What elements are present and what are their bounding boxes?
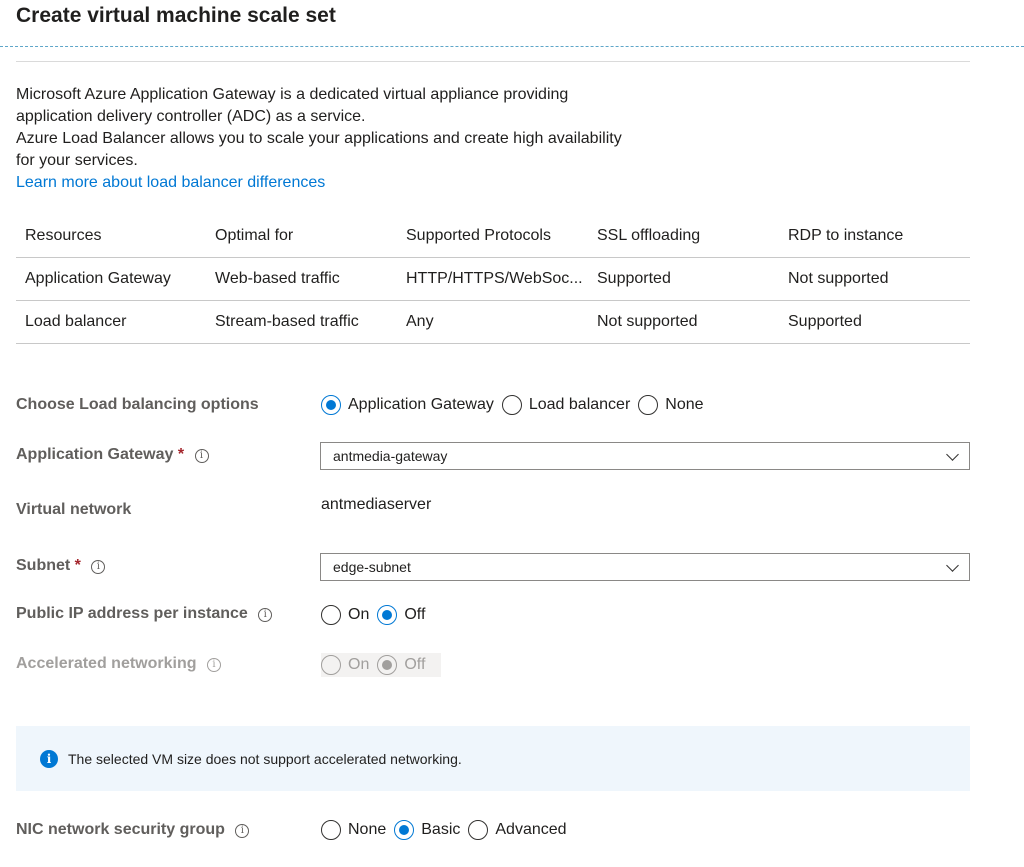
column-header: Supported Protocols (397, 215, 588, 258)
radio-selected-icon (377, 655, 398, 675)
table-cell: Not supported (588, 300, 779, 344)
subnet-label: Subnet * i (16, 557, 106, 575)
banner-text: The selected VM size does not support ac… (68, 750, 462, 767)
radio-label: Off (404, 606, 426, 623)
radio-none[interactable]: None (638, 395, 704, 415)
radio-label: Basic (421, 821, 461, 838)
radio-label: On (348, 656, 370, 673)
radio-label: None (665, 396, 704, 413)
header-divider (0, 46, 1024, 47)
intro-line: for your services. (16, 152, 138, 169)
app-gateway-dropdown[interactable]: antmedia-gateway (320, 442, 970, 470)
radio-label: On (348, 606, 370, 623)
required-marker: * (177, 446, 185, 463)
radio-nsg-none[interactable]: None (321, 820, 386, 840)
intro-line: application delivery controller (ADC) as… (16, 108, 366, 125)
radio-nsg-basic[interactable]: Basic (394, 820, 460, 840)
radio-unselected-icon (468, 820, 489, 840)
section-divider (16, 61, 970, 62)
table-cell: Supported (779, 300, 970, 344)
radio-unselected-icon (321, 605, 341, 625)
chevron-down-icon (946, 448, 959, 461)
intro-line: Microsoft Azure Application Gateway is a… (16, 86, 569, 103)
table-header-row: Resources Optimal for Supported Protocol… (16, 215, 970, 258)
lb-options-label: Choose Load balancing options (16, 396, 259, 413)
radio-accel-on: On (321, 655, 369, 675)
column-header: RDP to instance (779, 215, 970, 258)
nsg-radio-group: None Basic Advanced (321, 820, 575, 840)
column-header: SSL offloading (588, 215, 779, 258)
radio-label: Off (404, 656, 426, 673)
intro-text: Microsoft Azure Application Gateway is a… (16, 84, 676, 194)
vnet-label: Virtual network (16, 501, 132, 518)
table-cell: Stream-based traffic (206, 300, 397, 344)
accel-networking-radio-group: On Off (321, 653, 442, 677)
radio-nsg-advanced[interactable]: Advanced (468, 820, 567, 840)
required-marker: * (74, 557, 81, 574)
intro-line: Azure Load Balancer allows you to scale … (16, 130, 622, 147)
chevron-down-icon (946, 559, 959, 572)
table-cell: HTTP/HTTPS/WebSoc... (397, 257, 588, 301)
table-cell: Load balancer (16, 300, 206, 344)
radio-label: Application Gateway (348, 396, 494, 413)
accel-networking-label: Accelerated networking i (16, 655, 221, 673)
table-cell: Not supported (779, 257, 970, 301)
radio-load-balancer[interactable]: Load balancer (501, 395, 631, 415)
radio-selected-icon (321, 395, 341, 415)
info-icon[interactable]: i (235, 824, 250, 838)
page-title: Create virtual machine scale set (16, 4, 336, 27)
radio-unselected-icon (321, 655, 341, 675)
field-label-text: Accelerated networking (16, 655, 197, 672)
radio-public-ip-off[interactable]: Off (377, 605, 425, 625)
info-icon[interactable]: i (91, 560, 106, 574)
info-banner: i The selected VM size does not support … (16, 726, 970, 791)
public-ip-radio-group: On Off (321, 605, 433, 625)
radio-unselected-icon (638, 395, 659, 415)
table-cell: Any (397, 300, 588, 344)
radio-public-ip-on[interactable]: On (321, 605, 369, 625)
info-filled-icon: i (40, 749, 58, 768)
learn-more-link[interactable]: Learn more about load balancer differenc… (16, 172, 325, 194)
table-cell: Application Gateway (16, 257, 206, 301)
dropdown-value: edge-subnet (333, 559, 411, 575)
column-header: Optimal for (206, 215, 397, 258)
radio-accel-off: Off (377, 655, 425, 675)
field-label-text: NIC network security group (16, 821, 225, 838)
radio-label: Advanced (495, 821, 567, 838)
radio-selected-icon (377, 605, 398, 625)
info-icon[interactable]: i (258, 608, 273, 622)
radio-label: Load balancer (528, 396, 631, 413)
nsg-label: NIC network security group i (16, 821, 250, 839)
table-cell: Web-based traffic (206, 257, 397, 301)
radio-application-gateway[interactable]: Application Gateway (321, 395, 494, 415)
lb-options-radio-group: Application Gateway Load balancer None (321, 395, 712, 415)
radio-label: None (348, 821, 387, 838)
public-ip-label: Public IP address per instance i (16, 605, 273, 623)
column-header: Resources (16, 215, 206, 258)
comparison-table: Resources Optimal for Supported Protocol… (16, 215, 970, 344)
subnet-dropdown[interactable]: edge-subnet (320, 553, 970, 581)
dropdown-value: antmedia-gateway (333, 448, 448, 464)
table-row: Load balancer Stream-based traffic Any N… (16, 300, 970, 344)
table-cell: Supported (588, 257, 779, 301)
info-icon[interactable]: i (206, 658, 221, 672)
radio-unselected-icon (321, 820, 341, 840)
field-label-text: Application Gateway (16, 446, 174, 463)
table-row: Application Gateway Web-based traffic HT… (16, 257, 970, 301)
app-gateway-label: Application Gateway * i (16, 446, 209, 464)
radio-unselected-icon (501, 395, 522, 415)
info-icon[interactable]: i (194, 449, 209, 463)
field-label-text: Subnet (16, 557, 71, 574)
vnet-value: antmediaserver (321, 496, 432, 513)
field-label-text: Public IP address per instance (16, 605, 248, 622)
radio-selected-icon (394, 820, 415, 840)
